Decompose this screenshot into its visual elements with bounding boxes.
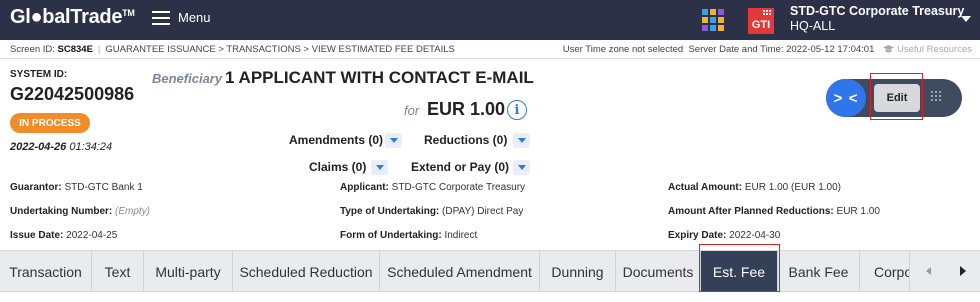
form-of-undertaking-label: Form of Undertaking:: [340, 230, 442, 241]
guarantor-value: STD-GTC Bank 1: [64, 182, 143, 193]
claims-label: Claims (0): [309, 160, 367, 174]
expiry-date-label: Expiry Date:: [668, 230, 727, 241]
actual-amount-value: EUR 1.00 (EUR 1.00): [744, 182, 842, 193]
record-date: 2022-04-26: [10, 141, 67, 153]
actual-amount-label: Actual Amount:: [668, 182, 743, 193]
undertaking-number-label: Undertaking Number:: [10, 206, 113, 217]
issue-date-field: Issue Date: 2022-04-25: [10, 230, 117, 241]
gti-app-icon[interactable]: GTI: [748, 8, 774, 34]
server-info: User Time zone not selected Server Date …: [563, 44, 972, 55]
system-id: G22042500986: [10, 84, 135, 104]
menu-button[interactable]: Menu: [152, 10, 211, 25]
gti-badge-label: GTI: [751, 19, 771, 31]
status-badge: IN PROCESS: [10, 113, 90, 133]
logo-trademark: TM: [122, 8, 135, 18]
issue-date-label: Issue Date:: [10, 230, 64, 241]
tab-text[interactable]: Text: [92, 251, 144, 292]
reductions-dropdown-button[interactable]: [513, 133, 530, 148]
guarantee-amount: EUR 1.00: [427, 99, 506, 119]
chevron-left-icon: [926, 267, 931, 275]
type-of-undertaking-label: Type of Undertaking:: [340, 206, 440, 217]
tab-scheduled-reduction[interactable]: Scheduled Reduction: [233, 251, 380, 292]
tab-corporate[interactable]: Corpo: [860, 251, 910, 292]
collapse-toggle-button[interactable]: > <: [826, 79, 866, 117]
app-logo[interactable]: Gl●balTradeTM: [10, 6, 135, 29]
form-of-undertaking-field: Form of Undertaking: Indirect: [340, 230, 477, 241]
chevron-down-icon: [517, 138, 526, 143]
apps-grid-icon[interactable]: [702, 9, 724, 31]
breadcrumb-path: GUARANTEE ISSUANCE > TRANSACTIONS > VIEW…: [105, 44, 455, 55]
screen-id-label: Screen ID:: [10, 44, 55, 55]
breadcrumb: Screen ID: SC834E | GUARANTEE ISSUANCE > T…: [10, 44, 455, 55]
beneficiary-name: 1 APPLICANT WITH CONTACT E-MAIL: [225, 68, 534, 87]
amendments-dropdown-button[interactable]: [385, 133, 402, 148]
record-timestamp: 2022-04-26 01:34:24: [10, 141, 112, 153]
undertaking-number-field: Undertaking Number: (Empty): [10, 206, 150, 217]
tab-bar: Transaction Text Multi-party Scheduled R…: [0, 250, 980, 292]
tab-dunning[interactable]: Dunning: [540, 251, 616, 292]
chevron-down-icon[interactable]: [961, 16, 971, 22]
org-switcher[interactable]: STD-GTC Corporate Treasury HQ-ALL: [790, 4, 964, 34]
hamburger-icon: [152, 10, 170, 25]
guarantor-label: Guarantor:: [10, 182, 62, 193]
for-label: for: [404, 103, 420, 118]
useful-resources-label: Useful Resources: [897, 44, 972, 55]
beneficiary-label: Beneficiary: [152, 71, 223, 86]
tabs-scroll-left-button[interactable]: [916, 250, 941, 292]
planned-reductions-label: Amount After Planned Reductions:: [668, 206, 834, 217]
applicant-label: Applicant:: [340, 182, 389, 193]
tab-scheduled-amendment[interactable]: Scheduled Amendment: [380, 251, 540, 292]
logo-text: Gl●balTrade: [10, 6, 123, 28]
record-time: 01:34:24: [69, 141, 113, 153]
useful-resources-link[interactable]: Useful Resources: [877, 44, 972, 55]
more-options-icon[interactable]: [931, 91, 941, 101]
actual-amount-field: Actual Amount: EUR 1.00 (EUR 1.00): [668, 182, 841, 193]
org-name: STD-GTC Corporate Treasury: [790, 4, 965, 18]
timezone-note: User Time zone not selected: [562, 44, 684, 55]
breadcrumb-bar: Screen ID: SC834E | GUARANTEE ISSUANCE > T…: [0, 40, 980, 59]
guarantor-field: Guarantor: STD-GTC Bank 1: [10, 182, 143, 193]
gti-dots-icon: [763, 10, 771, 15]
tabs-scroll-right-button[interactable]: [950, 250, 975, 292]
applicant-value: STD-GTC Corporate Treasury: [391, 182, 526, 193]
info-icon[interactable]: i: [507, 100, 527, 120]
form-of-undertaking-value: Indirect: [444, 230, 478, 241]
type-of-undertaking-field: Type of Undertaking: (DPAY) Direct Pay: [340, 206, 523, 217]
menu-label: Menu: [178, 10, 211, 25]
chevron-down-icon: [517, 165, 526, 170]
planned-reductions-field: Amount After Planned Reductions: EUR 1.0…: [668, 206, 880, 217]
chevron-down-icon: [375, 165, 384, 170]
applicant-field: Applicant: STD-GTC Corporate Treasury: [340, 182, 525, 193]
expiry-date-field: Expiry Date: 2022-04-30: [668, 230, 780, 241]
extend-or-pay-dropdown-button[interactable]: [513, 160, 530, 175]
expiry-date-value: 2022-04-30: [729, 230, 781, 241]
system-id-label: SYSTEM ID:: [10, 69, 68, 80]
tab-transaction[interactable]: Transaction: [0, 251, 92, 292]
chevron-right-icon: [959, 266, 966, 276]
tab-multi-party[interactable]: Multi-party: [144, 251, 233, 292]
type-of-undertaking-value: (DPAY) Direct Pay: [442, 206, 524, 217]
issue-date-value: 2022-04-25: [66, 230, 118, 241]
server-time: Server Date and Time: 2022-05-12 17:04:0…: [688, 44, 875, 55]
chevron-down-icon: [389, 138, 398, 143]
tab-documents[interactable]: Documents: [616, 251, 701, 292]
amendments-label: Amendments (0): [289, 133, 384, 147]
org-unit: HQ-ALL: [790, 19, 836, 33]
edit-highlight-box: [870, 73, 923, 120]
planned-reductions-value: EUR 1.00: [836, 206, 880, 217]
est-fee-highlight-box: [699, 244, 780, 292]
reductions-label: Reductions (0): [424, 133, 508, 147]
screen-id: SC834E: [57, 44, 93, 55]
claims-dropdown-button[interactable]: [371, 160, 388, 175]
tab-bank-fee[interactable]: Bank Fee: [778, 251, 860, 292]
undertaking-number-value: (Empty): [115, 206, 151, 217]
extend-or-pay-label: Extend or Pay (0): [411, 160, 510, 174]
breadcrumb-divider: |: [97, 44, 101, 55]
top-bar: Gl●balTradeTM Menu GTI STD-GTC Corporate…: [0, 0, 980, 40]
graduation-cap-icon: [883, 45, 895, 53]
